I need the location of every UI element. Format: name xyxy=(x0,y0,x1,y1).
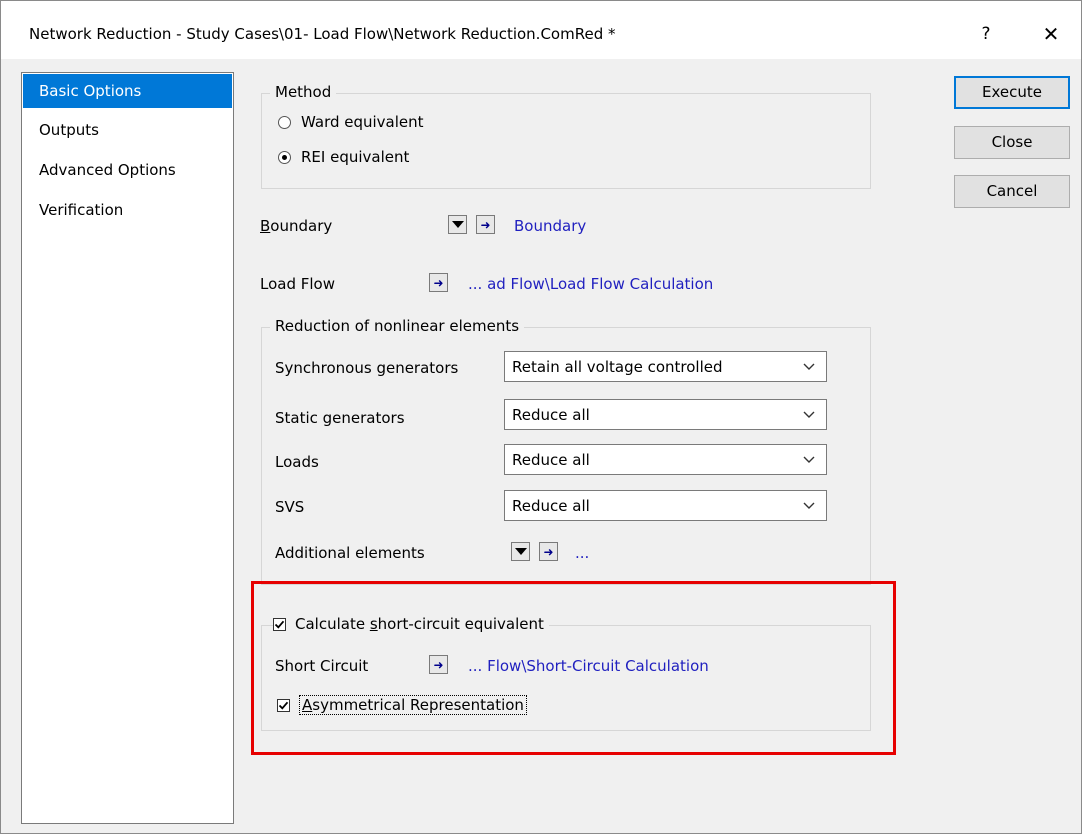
title-bar: Network Reduction - Study Cases\01- Load… xyxy=(1,1,1081,59)
asymmetrical-representation-checkbox[interactable]: Asymmetrical Representation xyxy=(277,695,527,715)
boundary-select-button[interactable] xyxy=(448,215,467,234)
radio-ward-label: Ward equivalent xyxy=(301,113,424,131)
window-title: Network Reduction - Study Cases\01- Load… xyxy=(29,25,616,43)
execute-button[interactable]: Execute xyxy=(954,76,1070,109)
calc-short-circuit-label: Calculate short-circuit equivalent xyxy=(295,615,544,633)
svs-select[interactable]: Reduce all xyxy=(504,490,827,521)
options-sidebar: Basic Options Outputs Advanced Options V… xyxy=(21,72,234,824)
checkmark-icon xyxy=(278,701,289,710)
loads-value: Reduce all xyxy=(512,451,590,469)
sync-gen-select[interactable]: Retain all voltage controlled xyxy=(504,351,827,382)
load-flow-label: Load Flow xyxy=(260,275,335,293)
asymmetrical-check-indicator[interactable] xyxy=(277,698,290,712)
radio-ward-equivalent[interactable]: Ward equivalent xyxy=(278,113,424,131)
close-button[interactable]: Close xyxy=(954,126,1070,159)
calc-short-circuit-checkbox[interactable]: Calculate short-circuit equivalent xyxy=(273,615,549,633)
close-window-button[interactable]: ✕ xyxy=(1033,19,1069,49)
load-flow-link[interactable]: ... ad Flow\Load Flow Calculation xyxy=(468,275,713,293)
radio-rei-equivalent[interactable]: REI equivalent xyxy=(278,148,409,166)
sidebar-item-basic-options[interactable]: Basic Options xyxy=(23,74,232,108)
sidebar-item-outputs[interactable]: Outputs xyxy=(23,113,232,147)
boundary-link[interactable]: Boundary xyxy=(514,217,586,235)
additional-elements-label: Additional elements xyxy=(275,544,425,562)
chevron-down-icon xyxy=(803,502,815,509)
network-reduction-dialog: Network Reduction - Study Cases\01- Load… xyxy=(0,0,1082,834)
svs-value: Reduce all xyxy=(512,497,590,515)
chevron-down-icon xyxy=(803,363,815,370)
nonlinear-group-title: Reduction of nonlinear elements xyxy=(270,317,525,335)
radio-ward-indicator[interactable] xyxy=(278,115,291,129)
checkmark-icon xyxy=(274,620,285,629)
arrow-right-icon: ➜ xyxy=(433,275,444,290)
radio-rei-indicator[interactable] xyxy=(278,150,291,164)
short-circuit-group xyxy=(261,625,871,731)
chevron-down-icon xyxy=(803,456,815,463)
chevron-down-icon xyxy=(803,411,815,418)
static-gen-value: Reduce all xyxy=(512,406,590,424)
svs-label: SVS xyxy=(275,498,305,516)
sync-gen-value: Retain all voltage controlled xyxy=(512,358,723,376)
short-circuit-jump-button[interactable]: ➜ xyxy=(429,655,448,674)
cancel-button[interactable]: Cancel xyxy=(954,175,1070,208)
short-circuit-label: Short Circuit xyxy=(275,657,369,675)
additional-elements-select-button[interactable] xyxy=(511,542,530,561)
arrow-right-icon: ➜ xyxy=(480,217,491,232)
method-group-title: Method xyxy=(270,83,337,101)
boundary-label: Boundary xyxy=(260,217,333,235)
method-group: Method Ward equivalent REI equivalent xyxy=(261,83,871,189)
static-gen-select[interactable]: Reduce all xyxy=(504,399,827,430)
loads-label: Loads xyxy=(275,453,319,471)
short-circuit-link[interactable]: ... Flow\Short-Circuit Calculation xyxy=(468,657,709,675)
additional-elements-jump-button[interactable]: ➜ xyxy=(539,542,558,561)
boundary-jump-button[interactable]: ➜ xyxy=(476,215,495,234)
sidebar-item-verification[interactable]: Verification xyxy=(23,193,232,227)
calc-short-circuit-check-indicator[interactable] xyxy=(273,617,286,631)
arrow-right-icon: ➜ xyxy=(433,657,444,672)
additional-elements-link[interactable]: ... xyxy=(575,544,589,562)
load-flow-jump-button[interactable]: ➜ xyxy=(429,273,448,292)
loads-select[interactable]: Reduce all xyxy=(504,444,827,475)
sidebar-item-advanced-options[interactable]: Advanced Options xyxy=(23,153,232,187)
radio-rei-label: REI equivalent xyxy=(301,148,410,166)
static-gen-label: Static generators xyxy=(275,409,405,427)
help-button[interactable]: ? xyxy=(971,19,1001,49)
dropdown-triangle-icon xyxy=(514,548,527,555)
dropdown-triangle-icon xyxy=(451,221,464,228)
asymmetrical-label: Asymmetrical Representation xyxy=(299,695,527,715)
arrow-right-icon: ➜ xyxy=(543,544,554,559)
sync-gen-label: Synchronous generators xyxy=(275,359,459,377)
